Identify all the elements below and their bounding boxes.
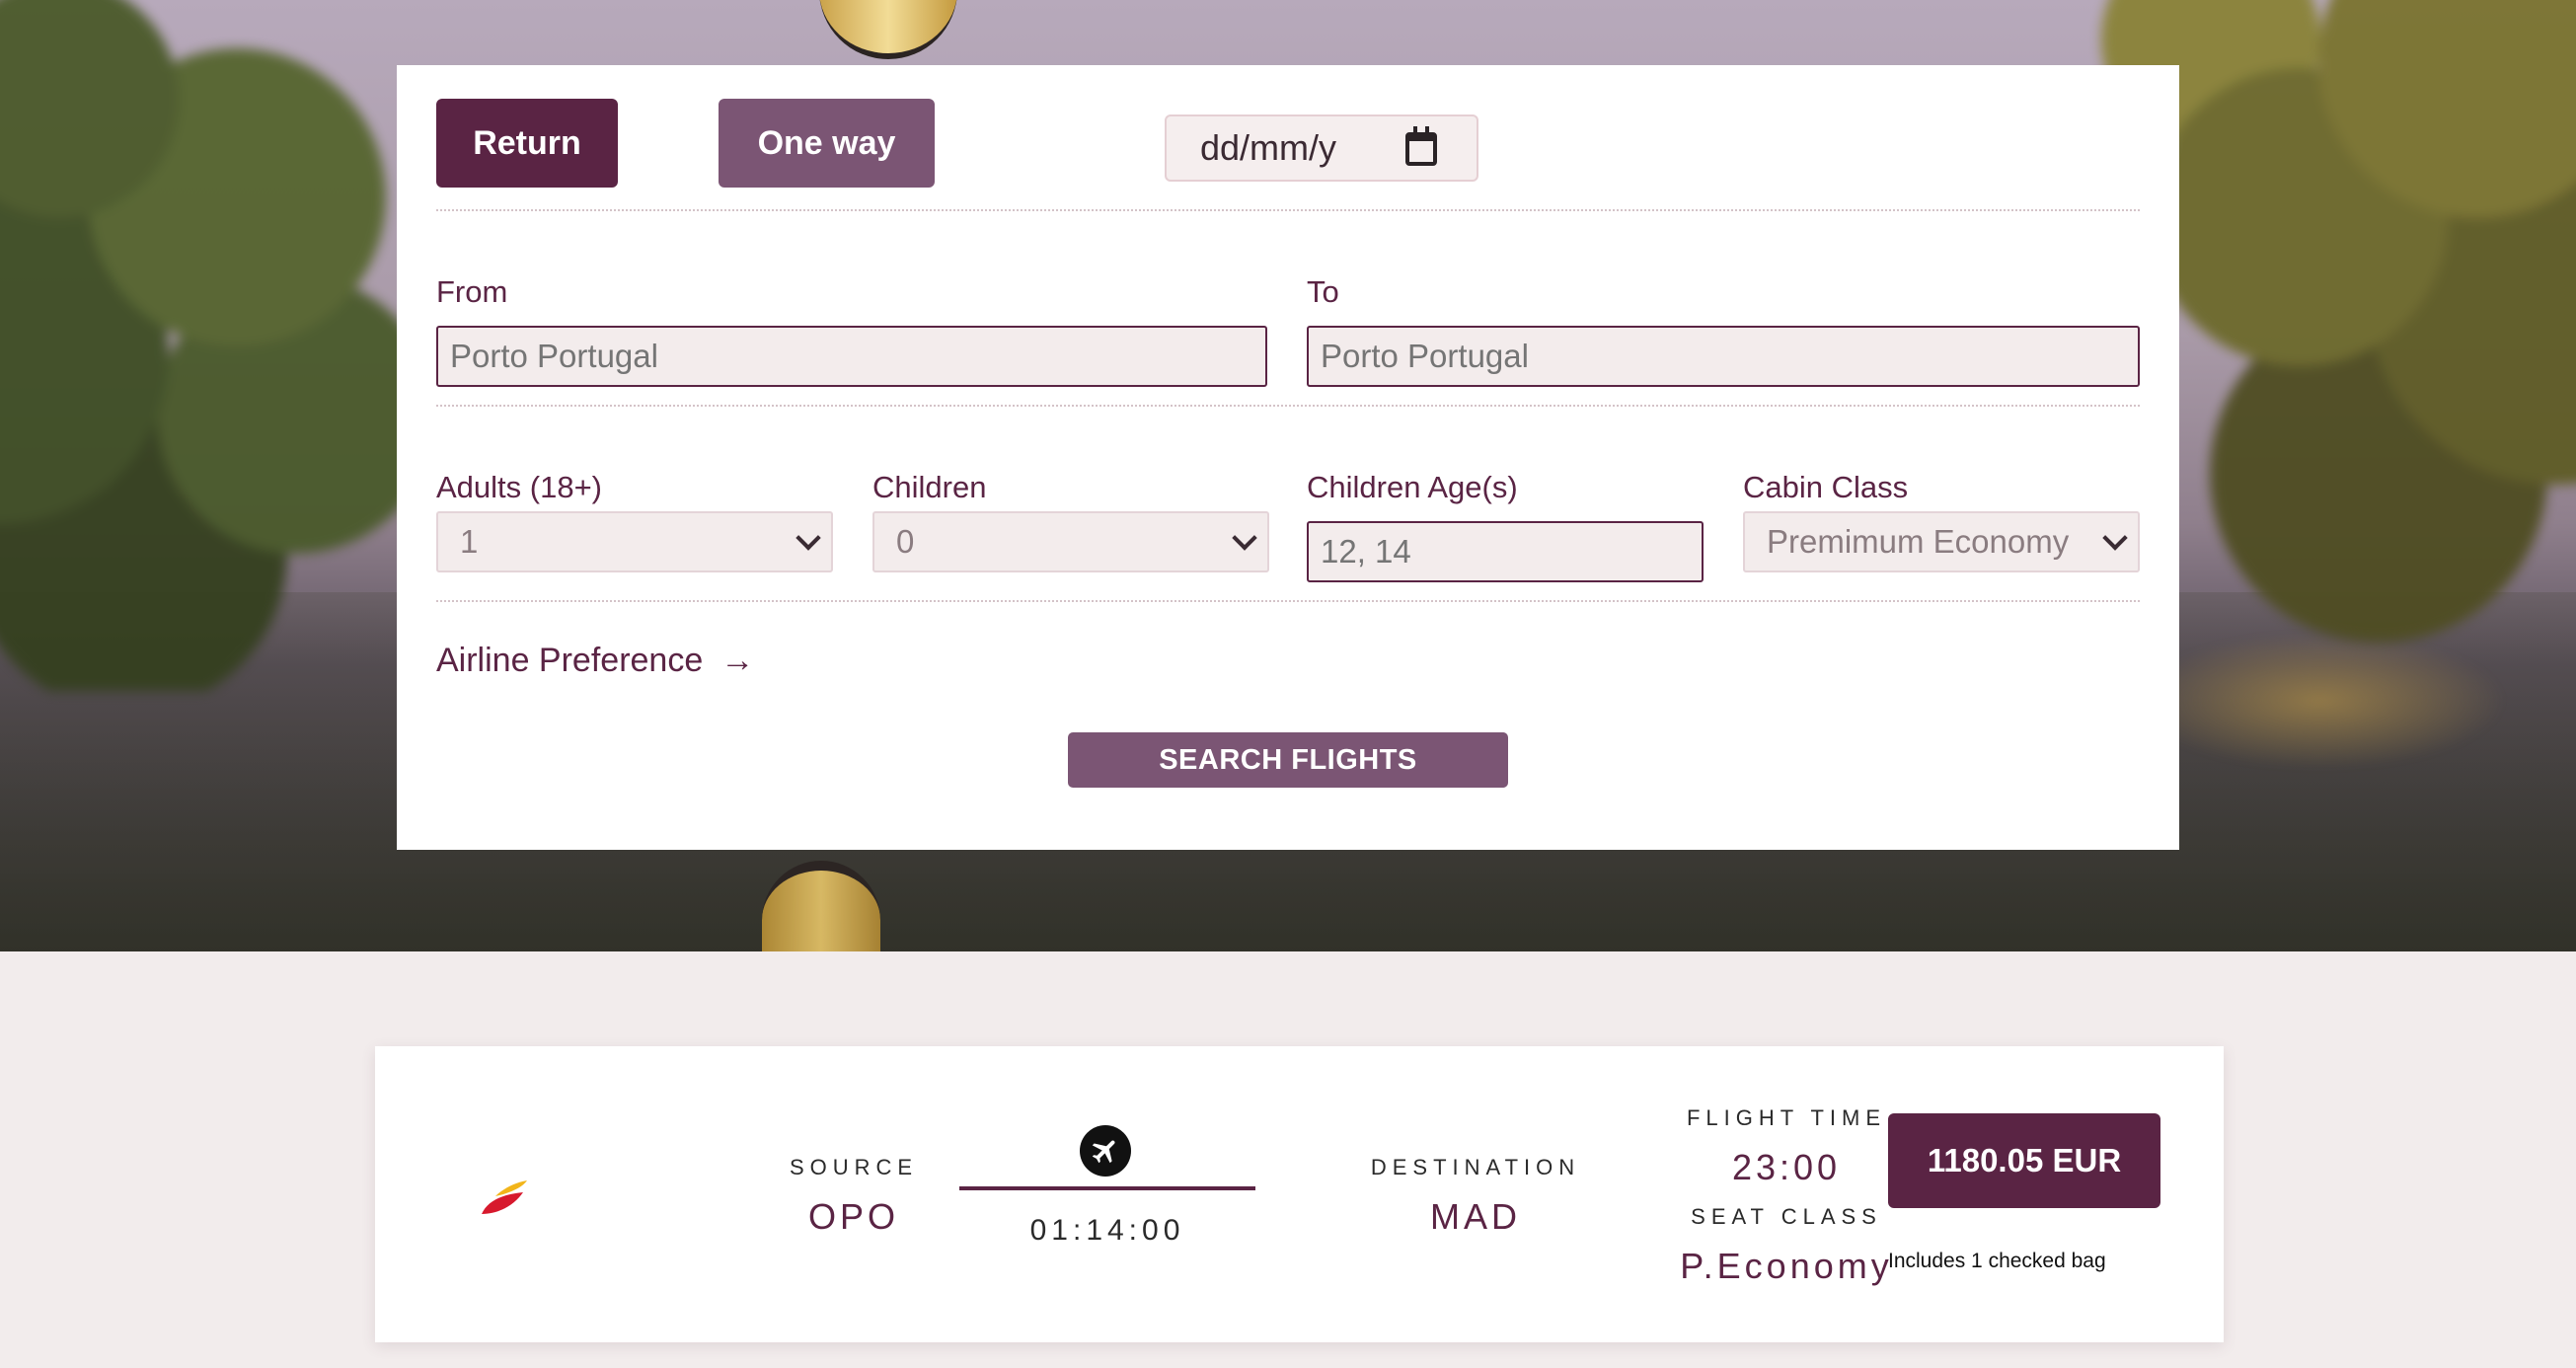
divider	[436, 209, 2140, 211]
divider	[436, 405, 2140, 407]
cabin-class-select[interactable]: Premimum Economy	[1743, 511, 2140, 572]
children-ages-input[interactable]	[1307, 521, 1704, 582]
cabin-class-value: Premimum Economy	[1767, 523, 2070, 560]
children-select[interactable]: 0	[872, 511, 1269, 572]
children-ages-label: Children Age(s)	[1307, 470, 1518, 504]
arrow-right-icon: →	[720, 642, 755, 679]
flight-search-form: Return One way dd/mm/y From To Adults (1…	[397, 65, 2179, 850]
route-line	[959, 1186, 1255, 1190]
chevron-down-icon	[1232, 525, 1257, 551]
chevron-down-icon	[2102, 525, 2128, 551]
children-value: 0	[896, 523, 915, 560]
divider	[436, 600, 2140, 602]
date-input[interactable]: dd/mm/y	[1165, 114, 1478, 182]
cabin-class-label: Cabin Class	[1743, 470, 1909, 504]
airline-logo	[482, 1180, 527, 1214]
return-trip-button[interactable]: Return	[436, 99, 618, 188]
adults-select[interactable]: 1	[436, 511, 833, 572]
flight-result-card[interactable]: SOURCE OPO 01:14:00 DESTINATION MAD FLIG…	[375, 1046, 2224, 1342]
destination-code: MAD	[1430, 1196, 1521, 1237]
calendar-icon[interactable]	[1405, 126, 1437, 166]
airline-preference-link[interactable]: Airline Preference →	[436, 642, 754, 680]
children-label: Children	[872, 470, 987, 504]
airline-preference-label: Airline Preference	[436, 642, 704, 679]
one-way-trip-button[interactable]: One way	[719, 99, 935, 188]
date-value: dd/mm/y	[1200, 127, 1337, 168]
flight-duration: 01:14:00	[1029, 1214, 1185, 1247]
source-caption: SOURCE	[789, 1155, 919, 1179]
airplane-glyph	[1092, 1140, 1115, 1164]
from-label: From	[436, 274, 508, 309]
from-input[interactable]	[436, 326, 1267, 387]
to-label: To	[1307, 274, 1339, 309]
source-code: OPO	[807, 1196, 899, 1237]
destination-caption: DESTINATION	[1370, 1155, 1581, 1179]
plane-icon	[1080, 1125, 1131, 1177]
hot-air-balloon	[819, 0, 957, 59]
to-input[interactable]	[1307, 326, 2140, 387]
price-button[interactable]: 1180.05 EUR	[1888, 1113, 2160, 1208]
baggage-note: Includes 1 checked bag	[1888, 1250, 2106, 1272]
search-flights-button[interactable]: SEARCH FLIGHTS	[1068, 732, 1508, 788]
adults-value: 1	[460, 523, 479, 560]
adults-label: Adults (18+)	[436, 470, 603, 504]
chevron-down-icon	[796, 525, 821, 551]
